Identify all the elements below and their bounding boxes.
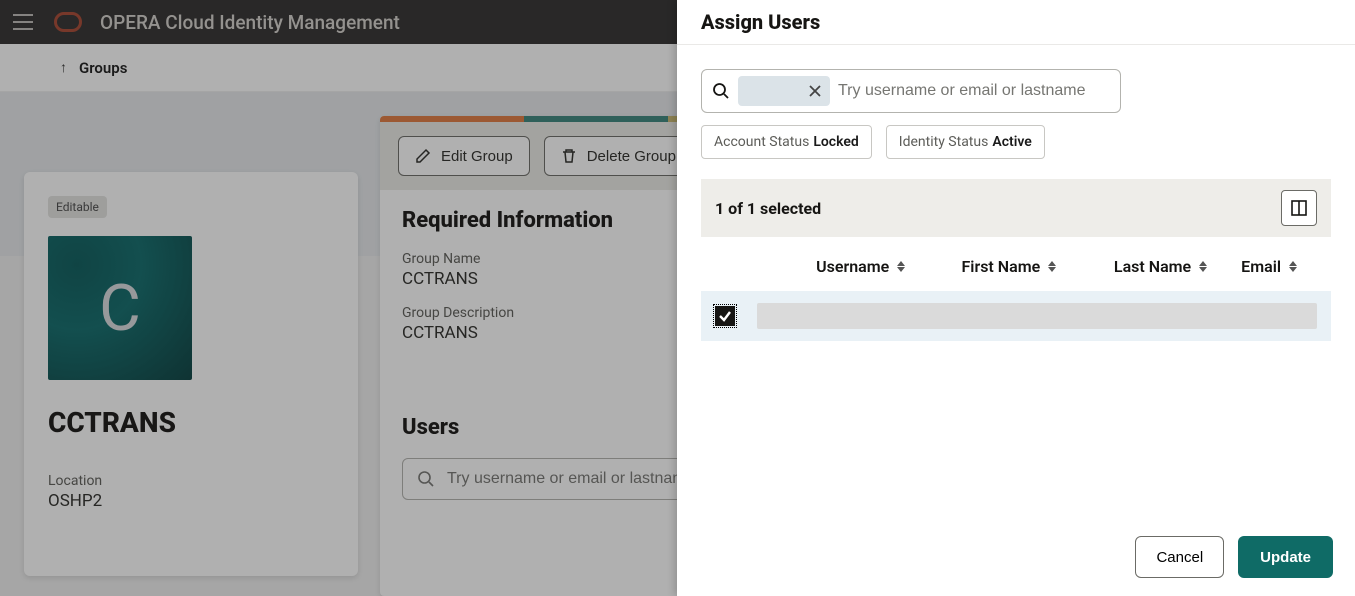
filter-row: Account Status Locked Identity Status Ac… — [677, 125, 1355, 179]
table-header: Username First Name Last Name Email — [677, 245, 1355, 287]
search-chip — [738, 76, 830, 106]
filter-account-status[interactable]: Account Status Locked — [701, 125, 872, 159]
filter-account-status-value: Locked — [813, 134, 858, 150]
filter-identity-status-label: Identity Status — [899, 134, 989, 150]
col-username[interactable]: Username — [759, 257, 940, 276]
columns-icon — [1290, 199, 1308, 217]
table-strip: 1 of 1 selected — [701, 179, 1331, 237]
drawer-title: Assign Users — [701, 10, 820, 34]
row-checkbox[interactable] — [715, 306, 735, 326]
columns-button[interactable] — [1281, 190, 1317, 226]
table-row[interactable] — [701, 291, 1331, 341]
drawer-search-input[interactable] — [838, 70, 1110, 112]
filter-identity-status[interactable]: Identity Status Active — [886, 125, 1045, 159]
col-last-name[interactable]: Last Name — [1090, 257, 1241, 276]
sort-icon — [1289, 258, 1301, 274]
search-icon — [712, 82, 730, 100]
drawer-header: Assign Users — [677, 0, 1355, 45]
sort-icon — [1199, 258, 1211, 274]
col-first-name[interactable]: First Name — [939, 257, 1090, 276]
row-redacted-data — [757, 303, 1317, 329]
drawer-search[interactable] — [701, 69, 1121, 113]
sort-icon — [897, 258, 909, 274]
selection-count: 1 of 1 selected — [715, 199, 821, 218]
assign-users-drawer: Assign Users Account Status Locked Ident… — [677, 0, 1355, 596]
update-button[interactable]: Update — [1238, 536, 1333, 578]
chip-remove-icon[interactable] — [806, 82, 824, 100]
search-chip-redacted — [748, 86, 800, 96]
sort-icon — [1048, 258, 1060, 274]
cancel-button[interactable]: Cancel — [1135, 536, 1224, 578]
filter-account-status-label: Account Status — [714, 134, 809, 150]
col-email[interactable]: Email — [1241, 257, 1331, 276]
filter-identity-status-value: Active — [992, 134, 1031, 150]
drawer-search-row — [677, 45, 1355, 125]
drawer-footer: Cancel Update — [677, 522, 1355, 596]
